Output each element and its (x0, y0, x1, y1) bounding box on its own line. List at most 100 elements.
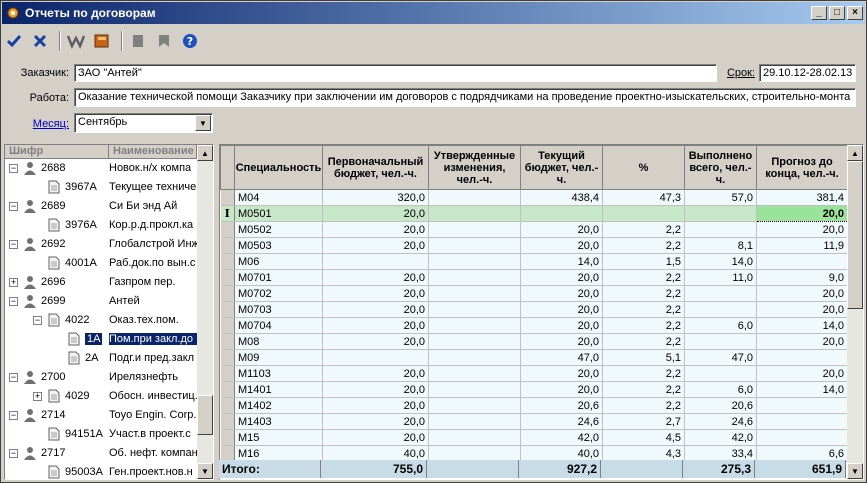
collapse-icon[interactable]: − (33, 316, 42, 325)
cell-specialty[interactable]: М04 (234, 189, 323, 206)
tree-item[interactable]: 1А Пом.при закл.до (5, 330, 197, 349)
cell-initial[interactable]: 20,0 (322, 237, 429, 254)
tree-item[interactable]: − 2717 Об. нефт. компан (5, 444, 197, 463)
tree-item[interactable]: − 2699 Антей (5, 292, 197, 311)
work-field[interactable]: Оказание технической помощи Заказчику пр… (74, 88, 856, 107)
collapse-icon[interactable]: − (9, 449, 18, 458)
month-select[interactable]: Сентябрь ▼ (74, 113, 213, 133)
cell-percent[interactable]: 2,2 (602, 221, 685, 238)
scroll-down-arrow-icon[interactable]: ▼ (847, 463, 863, 479)
table-row[interactable]: М1401 20,0 20,0 2,2 6,0 14,0 (220, 381, 848, 398)
cell-current[interactable]: 20,0 (520, 333, 603, 350)
cell-percent[interactable] (602, 205, 685, 222)
tree-item[interactable]: 2А Подг.и пред.закл (5, 349, 197, 368)
cell-percent[interactable]: 2,2 (602, 397, 685, 414)
cell-done[interactable] (684, 285, 757, 302)
cell-forecast[interactable]: 381,4 (756, 189, 848, 206)
tree-item[interactable]: +2696 Газпром пер. (5, 273, 197, 292)
cell-done[interactable]: 42,0 (684, 429, 757, 446)
cell-approved[interactable] (428, 365, 521, 382)
cell-done[interactable] (684, 365, 757, 382)
collapse-icon[interactable]: − (9, 373, 18, 382)
cell-initial[interactable]: 20,0 (322, 317, 429, 334)
cell-forecast[interactable]: 9,0 (756, 269, 848, 286)
collapse-icon[interactable]: − (9, 297, 18, 306)
cell-approved[interactable] (428, 253, 521, 270)
scroll-thumb[interactable] (847, 161, 863, 309)
cell-current[interactable]: 20,0 (520, 381, 603, 398)
cell-approved[interactable] (428, 301, 521, 318)
cell-percent[interactable]: 2,2 (602, 285, 685, 302)
tree-item[interactable]: − 2688 Новок.н/х компа (5, 159, 197, 178)
month-link[interactable]: Месяц: (3, 118, 69, 130)
cell-specialty[interactable]: М08 (234, 333, 323, 350)
collapse-icon[interactable]: − (9, 411, 18, 420)
header-done-total[interactable]: Выполнено всего, чел.-ч. (684, 145, 757, 190)
table-row[interactable]: М0703 20,0 20,0 2,2 20,0 (220, 301, 848, 318)
cell-initial[interactable] (322, 349, 429, 366)
cell-initial[interactable]: 20,0 (322, 221, 429, 238)
tree-item[interactable]: − 2692 Глобалстрой Инж (5, 235, 197, 254)
cell-current[interactable]: 20,0 (520, 269, 603, 286)
cell-forecast[interactable] (756, 397, 848, 414)
table-row[interactable]: М0502 20,0 20,0 2,2 20,0 (220, 221, 848, 238)
cell-percent[interactable]: 2,2 (602, 301, 685, 318)
cell-approved[interactable] (428, 189, 521, 206)
cell-specialty[interactable]: М0503 (234, 237, 323, 254)
term-field[interactable]: 29.10.12-28.02.13 (759, 64, 856, 82)
tree-item[interactable]: − 4022 Оказ.тех.пом. (5, 311, 197, 330)
scroll-up-arrow-icon[interactable]: ▲ (847, 145, 863, 161)
cell-percent[interactable]: 2,2 (602, 237, 685, 254)
cell-initial[interactable]: 20,0 (322, 397, 429, 414)
cell-specialty[interactable]: М0701 (234, 269, 323, 286)
cell-approved[interactable] (428, 269, 521, 286)
cell-current[interactable]: 20,0 (520, 365, 603, 382)
tree-header-code[interactable]: Шифр (5, 145, 109, 159)
header-forecast[interactable]: Прогноз до конца, чел.-ч. (756, 145, 848, 190)
cell-approved[interactable] (428, 221, 521, 238)
table-row[interactable]: М08 20,0 20,0 2,2 20,0 (220, 333, 848, 350)
help-icon[interactable]: ? (179, 30, 201, 52)
tree-item[interactable]: 3967А Текущее техниче (5, 178, 197, 197)
cell-percent[interactable]: 2,2 (602, 365, 685, 382)
cell-forecast[interactable]: 20,0 (756, 365, 848, 382)
cell-initial[interactable]: 320,0 (322, 189, 429, 206)
cell-initial[interactable]: 20,0 (322, 301, 429, 318)
header-approved-changes[interactable]: Утвержденные изменения, чел.-ч. (428, 145, 521, 190)
cell-current[interactable]: 20,0 (520, 317, 603, 334)
collapse-icon[interactable]: − (9, 164, 18, 173)
cell-specialty[interactable]: М0501 (234, 205, 323, 222)
cell-done[interactable]: 6,0 (684, 317, 757, 334)
table-row[interactable]: М1403 20,0 24,6 2,7 24,6 (220, 413, 848, 430)
cell-percent[interactable]: 2,7 (602, 413, 685, 430)
tree-item[interactable]: 3976А Кор.р.д.прокл.ка (5, 216, 197, 235)
checkmark-icon[interactable] (3, 30, 25, 52)
cell-initial[interactable]: 20,0 (322, 269, 429, 286)
expand-icon[interactable]: + (9, 278, 18, 287)
cell-initial[interactable]: 20,0 (322, 205, 429, 222)
cell-current[interactable]: 20,0 (520, 221, 603, 238)
cell-percent[interactable]: 2,2 (602, 269, 685, 286)
cell-forecast[interactable]: 20,0 (756, 205, 848, 222)
header-current-budget[interactable]: Текущий бюджет, чел.-ч. (520, 145, 603, 190)
table-row[interactable]: М0704 20,0 20,0 2,2 6,0 14,0 (220, 317, 848, 334)
header-initial-budget[interactable]: Первоначальный бюджет, чел.-ч. (322, 145, 429, 190)
cell-done[interactable] (684, 333, 757, 350)
cell-initial[interactable]: 20,0 (322, 333, 429, 350)
cell-current[interactable]: 20,0 (520, 285, 603, 302)
tree-item[interactable]: 4001А Раб.док.по вын.с (5, 254, 197, 273)
scroll-thumb[interactable] (197, 395, 213, 435)
table-row[interactable]: М09 47,0 5,1 47,0 (220, 349, 848, 366)
cell-specialty[interactable]: М1403 (234, 413, 323, 430)
cell-forecast[interactable]: 14,0 (756, 381, 848, 398)
document-arrow-icon[interactable] (153, 30, 175, 52)
cell-specialty[interactable]: М0702 (234, 285, 323, 302)
cell-approved[interactable] (428, 429, 521, 446)
cell-percent[interactable]: 2,2 (602, 381, 685, 398)
grid-scrollbar[interactable]: ▲ ▼ (847, 145, 863, 479)
cell-initial[interactable]: 20,0 (322, 381, 429, 398)
cell-done[interactable] (684, 205, 757, 222)
scroll-up-arrow-icon[interactable]: ▲ (197, 145, 213, 161)
cell-current[interactable]: 20,0 (520, 301, 603, 318)
cell-forecast[interactable] (756, 253, 848, 270)
